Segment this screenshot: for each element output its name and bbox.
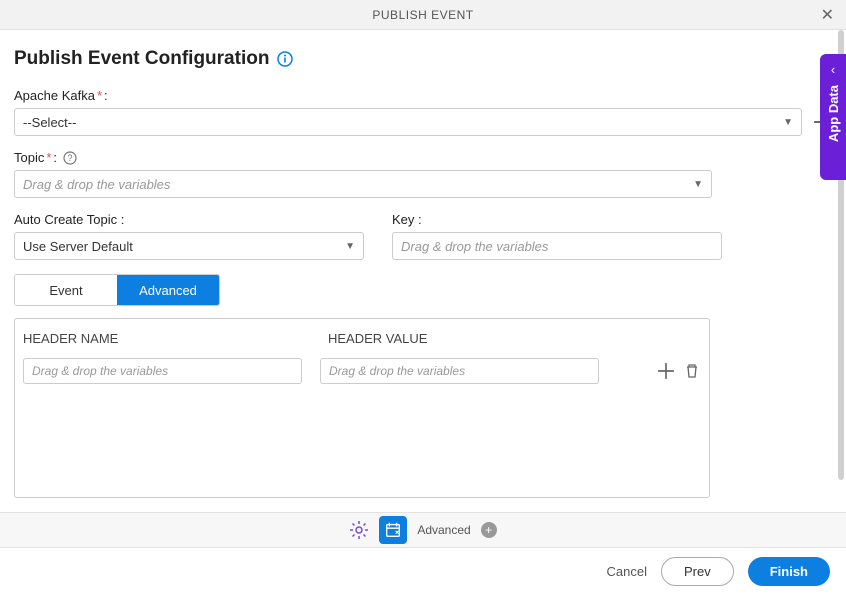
autocreate-select-value: Use Server Default	[23, 239, 133, 254]
colon: :	[104, 88, 108, 103]
bottom-toolbar: Advanced +	[0, 512, 846, 548]
header-value-placeholder: Drag & drop the variables	[329, 364, 465, 378]
footer: Cancel Prev Finish	[0, 548, 846, 595]
autocreate-label: Auto Create Topic :	[14, 212, 364, 227]
add-header-icon[interactable]	[657, 362, 675, 380]
header-value-input[interactable]: Drag & drop the variables	[320, 358, 599, 384]
schedule-icon[interactable]	[379, 516, 407, 544]
gear-icon[interactable]	[349, 520, 369, 540]
advanced-expand-icon[interactable]: +	[481, 522, 497, 538]
svg-text:?: ?	[68, 153, 73, 163]
config-title-row: Publish Event Configuration	[14, 48, 832, 70]
chevron-down-icon: ▼	[345, 241, 355, 252]
colon: :	[53, 150, 57, 165]
key-placeholder: Drag & drop the variables	[401, 239, 548, 254]
topic-label: Topic * : ?	[14, 150, 832, 165]
header-name-input[interactable]: Drag & drop the variables	[23, 358, 302, 384]
tab-advanced[interactable]: Advanced	[117, 275, 219, 305]
autocreate-select[interactable]: Use Server Default ▼	[14, 232, 364, 260]
help-icon[interactable]: ?	[63, 151, 77, 165]
kafka-label-text: Apache Kafka	[14, 88, 95, 103]
header-name-col: HEADER NAME	[23, 331, 328, 346]
finish-button[interactable]: Finish	[748, 557, 830, 586]
kafka-select[interactable]: --Select-- ▼	[14, 108, 802, 136]
app-data-tab[interactable]: ‹ App Data	[820, 54, 846, 180]
header-row: Drag & drop the variables Drag & drop th…	[15, 358, 709, 384]
required-marker: *	[46, 150, 51, 165]
headers-panel: HEADER NAME HEADER VALUE Drag & drop the…	[14, 318, 710, 498]
modal-header: PUBLISH EVENT ✕	[0, 0, 846, 30]
info-icon[interactable]	[277, 51, 293, 67]
field-topic: Topic * : ? Drag & drop the variables ▼	[14, 150, 832, 198]
content-area: Publish Event Configuration Apache Kafka…	[0, 30, 846, 498]
chevron-left-icon: ‹	[831, 62, 835, 77]
page-title: Publish Event Configuration	[14, 48, 269, 70]
field-kafka: Apache Kafka * : --Select-- ▼	[14, 88, 832, 136]
chevron-down-icon: ▼	[693, 179, 703, 190]
header-name-placeholder: Drag & drop the variables	[32, 364, 168, 378]
topic-placeholder: Drag & drop the variables	[23, 177, 170, 192]
field-autocreate: Auto Create Topic : Use Server Default ▼	[14, 212, 364, 260]
cancel-button[interactable]: Cancel	[607, 564, 647, 579]
tab-event[interactable]: Event	[15, 275, 117, 305]
close-icon[interactable]: ✕	[821, 5, 834, 25]
modal-title: PUBLISH EVENT	[372, 8, 473, 22]
headers-header-row: HEADER NAME HEADER VALUE	[15, 319, 709, 358]
field-key: Key : Drag & drop the variables	[392, 212, 722, 260]
chevron-down-icon: ▼	[783, 117, 793, 128]
kafka-select-value: --Select--	[23, 115, 76, 130]
app-data-label: App Data	[826, 85, 841, 142]
delete-header-icon[interactable]	[683, 362, 701, 380]
topic-label-text: Topic	[14, 150, 44, 165]
row-autocreate-key: Auto Create Topic : Use Server Default ▼…	[14, 212, 832, 260]
kafka-label: Apache Kafka * :	[14, 88, 832, 103]
header-value-col: HEADER VALUE	[328, 331, 427, 346]
tabs: Event Advanced	[14, 274, 220, 306]
advanced-label: Advanced	[417, 523, 470, 537]
prev-button[interactable]: Prev	[661, 557, 734, 586]
header-row-actions	[657, 362, 701, 380]
key-label: Key :	[392, 212, 722, 227]
required-marker: *	[97, 88, 102, 103]
key-input[interactable]: Drag & drop the variables	[392, 232, 722, 260]
topic-input[interactable]: Drag & drop the variables ▼	[14, 170, 712, 198]
